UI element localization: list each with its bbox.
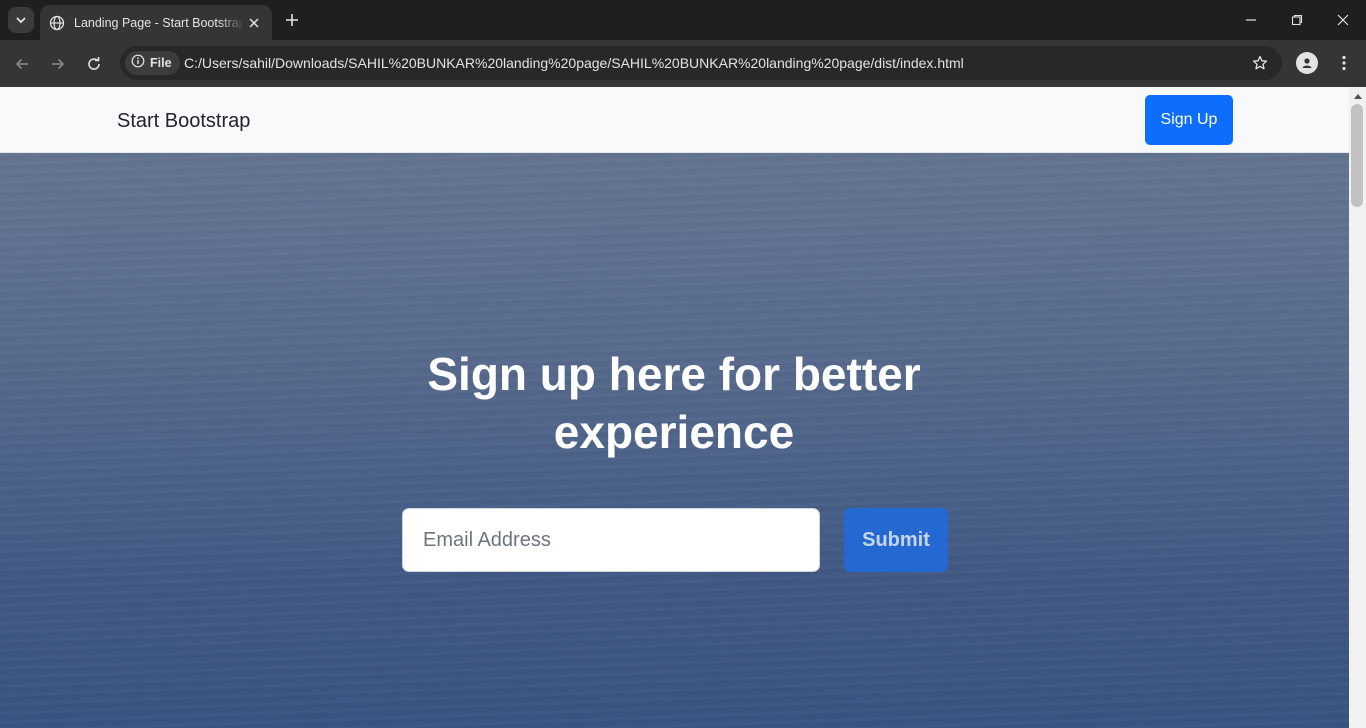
scrollbar-thumb[interactable] (1351, 104, 1363, 207)
minimize-icon[interactable] (1228, 0, 1274, 40)
tab-title: Landing Page - Start Bootstrap (74, 15, 244, 30)
back-icon[interactable] (8, 50, 36, 78)
tab-strip: Landing Page - Start Bootstrap (0, 0, 1366, 40)
scroll-up-icon[interactable] (1349, 87, 1366, 104)
info-icon (131, 54, 145, 73)
tab-search-icon[interactable] (8, 7, 34, 33)
forward-icon[interactable] (44, 50, 72, 78)
browser-toolbar: File C:/Users/sahil/Downloads/SAHIL%20BU… (0, 40, 1366, 87)
menu-icon[interactable] (1334, 52, 1354, 74)
sign-up-button[interactable]: Sign Up (1145, 95, 1233, 145)
page-viewport: Start Bootstrap Sign Up Sign up here for… (0, 87, 1366, 728)
plus-icon[interactable] (280, 8, 304, 32)
address-bar[interactable]: File C:/Users/sahil/Downloads/SAHIL%20BU… (120, 46, 1282, 80)
active-tab[interactable]: Landing Page - Start Bootstrap (40, 5, 272, 40)
email-field[interactable] (402, 508, 820, 572)
hero-headline: Sign up here for better experience (427, 348, 921, 458)
close-icon[interactable] (244, 13, 264, 33)
restore-icon[interactable] (1274, 0, 1320, 40)
url-text[interactable]: C:/Users/sahil/Downloads/SAHIL%20BUNKAR%… (184, 46, 964, 80)
hero-section: Sign up here for better experience Submi… (0, 153, 1349, 728)
file-chip-label: File (150, 56, 172, 70)
close-window-icon[interactable] (1320, 0, 1366, 40)
navbar-brand[interactable]: Start Bootstrap (117, 87, 250, 153)
page-scrollbar[interactable] (1349, 87, 1366, 728)
reload-icon[interactable] (80, 50, 108, 78)
profile-icon[interactable] (1296, 52, 1318, 74)
submit-button[interactable]: Submit (844, 508, 948, 572)
star-icon[interactable] (1250, 53, 1270, 73)
site-navbar: Start Bootstrap Sign Up (0, 87, 1349, 153)
globe-icon (48, 14, 66, 32)
